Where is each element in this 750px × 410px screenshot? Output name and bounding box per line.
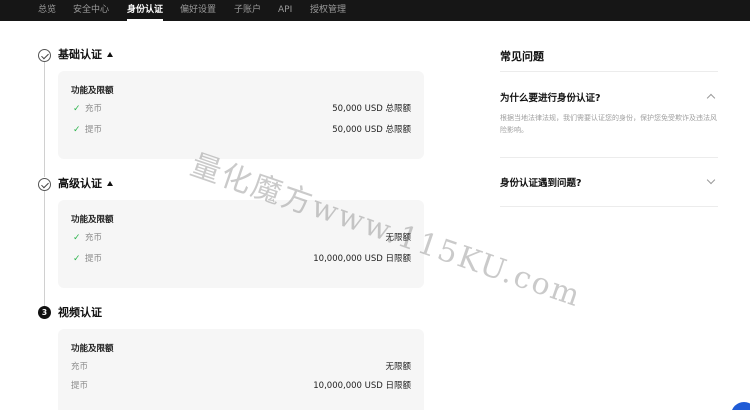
faq-question-problems[interactable]: 身份认证遇到问题? [500,175,582,189]
chevron-up-icon[interactable] [706,93,716,103]
row-label-withdraw: 提币 [85,125,103,135]
nav-item-preferences[interactable]: 偏好设置 [180,3,216,17]
section-title-basic: 基础认证 [58,48,102,61]
timeline-connector [44,191,45,306]
nav-item-sub-accounts[interactable]: 子账户 [234,3,261,17]
check-circle-icon [38,49,51,62]
row-value-withdraw: 50,000 USD 总限额 [332,125,411,135]
nav-item-overview[interactable]: 总览 [38,3,56,17]
nav-item-identity-verification[interactable]: 身份认证 [127,3,164,21]
faq-divider [500,206,718,207]
row-label-withdraw: 提币 [71,381,89,391]
chevron-down-icon[interactable] [706,175,716,185]
row-value-withdraw: 10,000,000 USD 日限额 [313,381,411,391]
row-value-deposit: 无限额 [385,233,411,243]
section-title-video: 视频认证 [58,306,102,319]
row-label-deposit: 充币 [85,104,103,114]
help-chat-button[interactable] [731,402,750,410]
check-icon: ✓ [73,254,81,264]
caret-up-icon[interactable] [107,52,113,57]
nav-item-authorization-management[interactable]: 授权管理 [310,3,346,17]
limits-card-advanced: 功能及限额 ✓ 充币 无限额 ✓ 提币 10,000,000 USD 日限额 [58,200,424,288]
row-label-deposit: 充币 [85,233,103,243]
faq-title: 常见问题 [500,50,544,63]
limits-card-basic: 功能及限额 ✓ 充币 50,000 USD 总限额 ✓ 提币 50,000 US… [58,71,424,159]
nav-item-label: 身份认证 [127,5,164,15]
row-value-deposit: 无限额 [385,362,411,372]
nav-item-security-center[interactable]: 安全中心 [73,3,109,17]
top-nav: 总览 安全中心 身份认证 偏好设置 子账户 API 授权管理 [0,0,750,21]
timeline-connector [44,62,45,177]
faq-divider [500,71,718,72]
nav-item-api[interactable]: API [278,3,292,17]
check-icon: ✓ [73,104,81,114]
row-label-deposit: 充币 [71,362,89,372]
limits-card-video: 功能及限额 充币 无限额 提币 10,000,000 USD 日限额 [58,329,424,410]
faq-question-why-verify[interactable]: 为什么要进行身份认证? [500,90,601,104]
section-title-advanced: 高级认证 [58,177,102,190]
step-number-badge: 3 [38,306,51,319]
row-value-withdraw: 10,000,000 USD 日限额 [313,254,411,264]
active-tab-indicator [127,19,164,21]
faq-answer-why-verify: 根据当地法律法规，我们需要认证您的身份，保护您免受欺诈及违法风险影响。 [500,114,717,134]
check-icon: ✓ [73,233,81,243]
card-title: 功能及限额 [71,86,114,96]
caret-up-icon[interactable] [107,181,113,186]
check-circle-icon [38,178,51,191]
card-title: 功能及限额 [71,344,114,354]
row-value-deposit: 50,000 USD 总限额 [332,104,411,114]
check-icon: ✓ [73,125,81,135]
faq-divider [500,157,718,158]
row-label-withdraw: 提币 [85,254,103,264]
card-title: 功能及限额 [71,215,114,225]
